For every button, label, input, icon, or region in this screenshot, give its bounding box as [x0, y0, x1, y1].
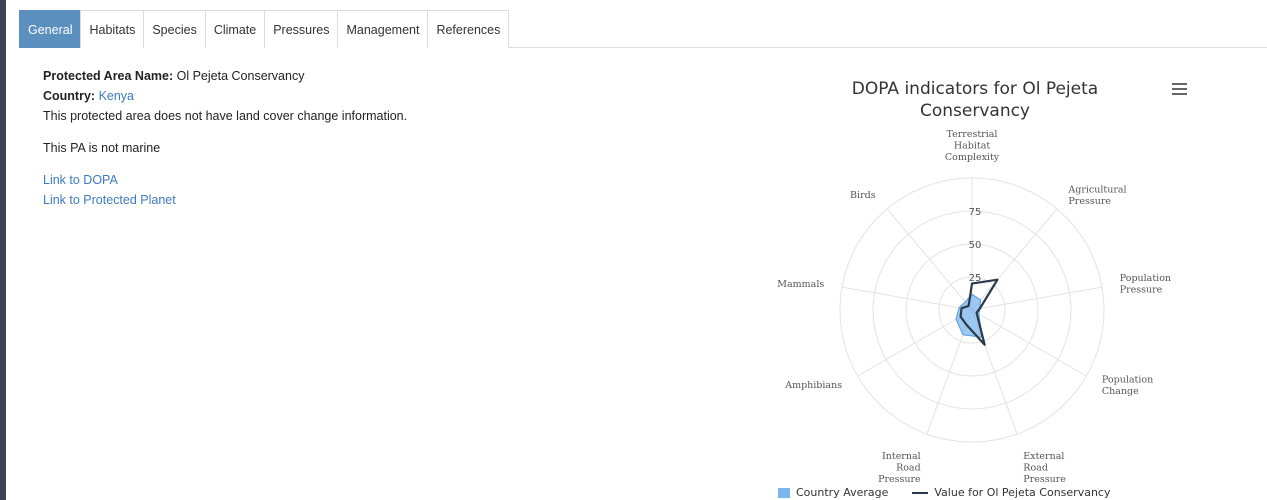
- category-label-4: External Road Pressure: [1023, 451, 1066, 485]
- country-row: Country: Kenya: [43, 86, 407, 106]
- category-label-7: Mammals: [777, 279, 824, 290]
- pa-name-row: Protected Area Name: Ol Pejeta Conservan…: [43, 66, 407, 86]
- grid-spoke-7: [841, 286, 973, 311]
- country-label: Country:: [43, 89, 96, 103]
- tab-management[interactable]: Management: [337, 10, 429, 48]
- grid-spoke-6: [857, 309, 973, 377]
- y-tick-label-1: 50: [969, 240, 982, 251]
- legend-line-value[interactable]: [912, 491, 929, 494]
- country-link[interactable]: Kenya: [99, 89, 134, 103]
- grid-spoke-8: [886, 208, 973, 311]
- tab-bar: General Habitats Species Climate Pressur…: [19, 10, 1267, 48]
- tab-habitats[interactable]: Habitats: [80, 10, 145, 48]
- tab-species[interactable]: Species: [143, 10, 206, 48]
- pa-name-label: Protected Area Name:: [43, 69, 174, 83]
- tab-climate[interactable]: Climate: [204, 10, 266, 48]
- tab-general[interactable]: General: [19, 10, 82, 48]
- category-label-2: Population Pressure: [1120, 273, 1171, 296]
- pa-name-value: Ol Pejeta Conservancy: [176, 69, 305, 83]
- land-cover-text: This protected area does not have land c…: [43, 109, 408, 123]
- y-tick-label-2: 75: [969, 207, 982, 218]
- category-label-0: Terrestrial Habitat Complexity: [945, 130, 1000, 163]
- legend-label-country-average[interactable]: Country Average: [796, 486, 888, 499]
- window-edge: [0, 0, 6, 500]
- link-dopa[interactable]: Link to DOPA: [43, 170, 407, 190]
- tab-references[interactable]: References: [427, 10, 510, 48]
- category-label-8: Birds: [850, 190, 876, 201]
- chart-menu-icon[interactable]: [1172, 83, 1187, 95]
- chart-legend: Country Average Value for Ol Pejeta Cons…: [778, 486, 1110, 499]
- general-panel: Protected Area Name: Ol Pejeta Conservan…: [43, 66, 407, 210]
- category-label-3: Population Change: [1102, 374, 1153, 397]
- category-label-6: Amphibians: [784, 380, 842, 391]
- category-label-1: Agricultural Pressure: [1067, 184, 1126, 207]
- grid-spoke-1: [971, 208, 1058, 311]
- link-protected-planet[interactable]: Link to Protected Planet: [43, 190, 407, 210]
- radar-chart: 255075Terrestrial Habitat ComplexityAgricu…: [777, 130, 1171, 485]
- chart-title: DOPA indicators for Ol Pejeta Conservanc…: [800, 78, 1150, 122]
- grid-spoke-3: [971, 309, 1087, 377]
- chart-title-line-1: DOPA indicators for Ol Pejeta: [851, 79, 1099, 99]
- legend-swatch-country-average[interactable]: [778, 487, 790, 498]
- tab-pressures[interactable]: Pressures: [264, 10, 339, 48]
- chart-title-line-2: Conservancy: [919, 101, 1030, 121]
- category-label-5: Internal Road Pressure: [878, 451, 921, 485]
- marine-text: This PA is not marine: [43, 141, 161, 155]
- legend-label-value[interactable]: Value for Ol Pejeta Conservancy: [934, 486, 1110, 499]
